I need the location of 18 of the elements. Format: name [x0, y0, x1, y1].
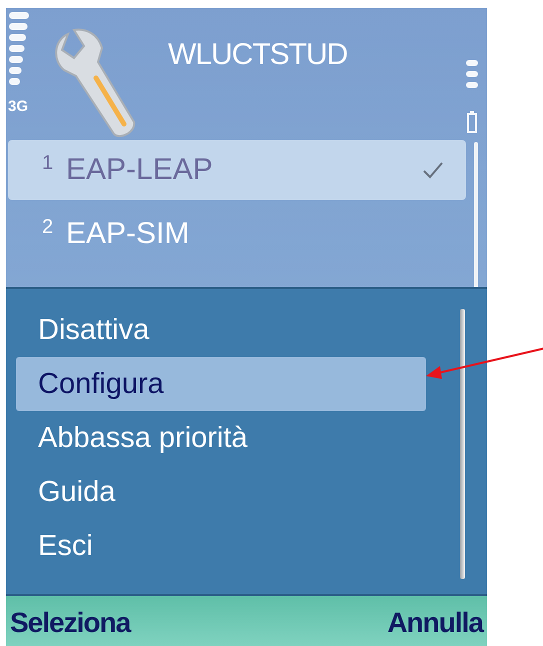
network-name-title: WLUCTSTUD — [168, 38, 348, 72]
menu-scrollbar[interactable] — [460, 309, 465, 579]
menu-item[interactable]: Guida — [16, 465, 426, 519]
item-number: 1 — [42, 152, 54, 175]
menu-item[interactable]: Abbassa priorità — [16, 411, 426, 465]
list-item[interactable]: 1 EAP-LEAP — [8, 140, 466, 200]
left-softkey[interactable]: Seleziona — [10, 607, 130, 639]
right-softkey[interactable]: Annulla — [387, 607, 483, 639]
network-type-label: 3G — [8, 98, 30, 115]
menu-item[interactable]: Esci — [16, 519, 426, 573]
menu-item[interactable]: Configura — [16, 357, 426, 411]
item-label: EAP-LEAP — [66, 153, 214, 187]
list-item[interactable]: 2 EAP-SIM — [8, 204, 466, 264]
battery-level-icon — [465, 60, 479, 134]
item-label: EAP-SIM — [66, 217, 190, 251]
item-number: 2 — [42, 216, 54, 239]
scrollbar[interactable] — [474, 142, 478, 287]
menu-item[interactable]: Disattiva — [16, 303, 426, 357]
